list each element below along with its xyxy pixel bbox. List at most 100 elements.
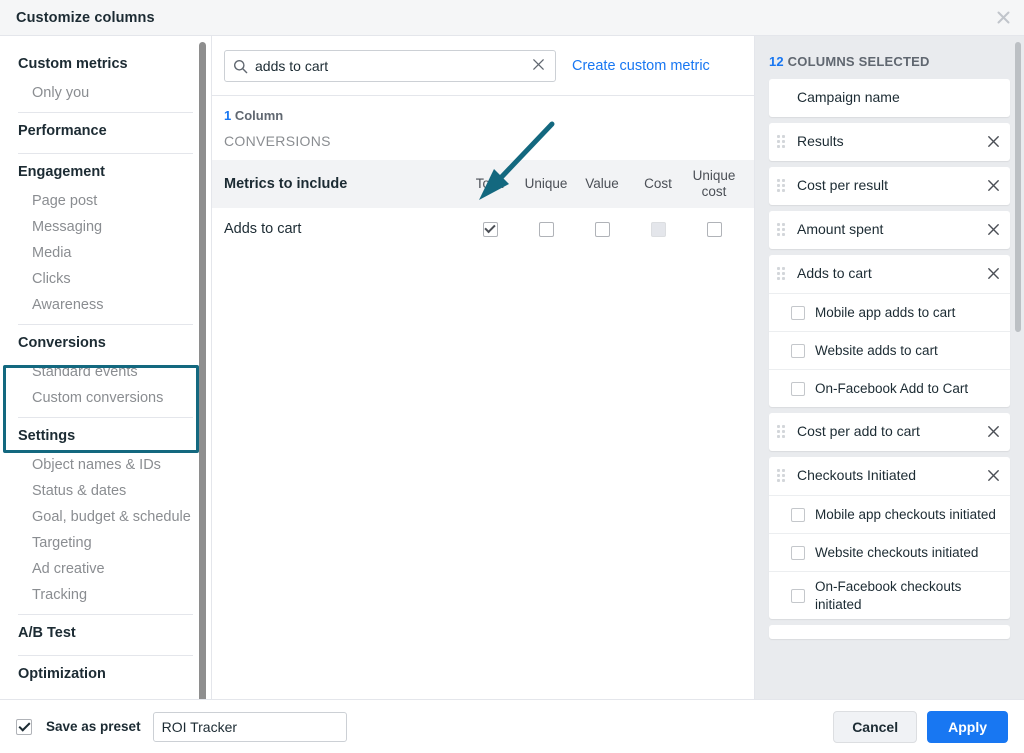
drag-handle-icon[interactable] — [777, 469, 789, 483]
remove-column-icon[interactable] — [979, 425, 1000, 440]
selected-column-card: Adds to cart Mobile app adds to cart Websi… — [769, 255, 1010, 407]
sidebar-header-performance[interactable]: Performance — [14, 113, 197, 147]
sidebar-header-engagement[interactable]: Engagement — [14, 154, 197, 188]
checkbox-unique[interactable] — [539, 222, 554, 237]
column-header-total: Total — [462, 176, 518, 192]
create-custom-metric-link[interactable]: Create custom metric — [572, 58, 710, 74]
selected-column-checkouts-initiated[interactable]: Checkouts Initiated — [769, 457, 1010, 495]
sidebar-item-only-you[interactable]: Only you — [14, 80, 197, 106]
sidebar-item-targeting[interactable]: Targeting — [14, 530, 197, 556]
drag-handle-icon[interactable] — [777, 223, 789, 237]
sidebar-item-status-dates[interactable]: Status & dates — [14, 478, 197, 504]
clear-icon[interactable] — [530, 58, 547, 74]
sidebar-header-conversions[interactable]: Conversions — [14, 325, 197, 359]
selected-column-cost-per-result[interactable]: Cost per result — [769, 167, 1010, 205]
remove-column-icon[interactable] — [979, 135, 1000, 150]
sub-metric-website-adds-to-cart[interactable]: Website adds to cart — [769, 331, 1010, 369]
sidebar-item-custom-conversions[interactable]: Custom conversions — [14, 385, 197, 411]
sidebar-item-tracking[interactable]: Tracking — [14, 582, 197, 608]
selected-column-label: Amount spent — [797, 221, 979, 239]
sidebar-group-engagement: EngagementPage postMessagingMediaClicksA… — [0, 154, 211, 318]
sidebar-item-standard-events[interactable]: Standard events — [14, 359, 197, 385]
sidebar-header-settings[interactable]: Settings — [14, 418, 197, 452]
sub-metric-checkbox[interactable] — [791, 589, 805, 603]
search-box[interactable] — [224, 50, 556, 82]
sidebar-group-custom-metrics: Custom metricsOnly you — [0, 46, 211, 106]
metrics-to-include-label: Metrics to include — [224, 176, 462, 192]
sub-metric-label: Mobile app adds to cart — [815, 304, 1000, 322]
sidebar-header-custom-metrics[interactable]: Custom metrics — [14, 46, 197, 80]
sub-metric-checkbox[interactable] — [791, 546, 805, 560]
checkbox-cost — [651, 222, 666, 237]
apply-button[interactable]: Apply — [927, 711, 1008, 743]
selected-column-partial[interactable] — [769, 625, 1010, 639]
column-header-unique: Unique — [518, 176, 574, 192]
sidebar-item-goal-budget-schedule[interactable]: Goal, budget & schedule — [14, 504, 197, 530]
sidebar-item-object-names-ids[interactable]: Object names & IDs — [14, 452, 197, 478]
sidebar-group-settings: SettingsObject names & IDsStatus & dates… — [0, 418, 211, 608]
sub-metric-label: Website adds to cart — [815, 342, 1000, 360]
remove-column-icon[interactable] — [979, 179, 1000, 194]
drag-handle-icon[interactable] — [777, 267, 789, 281]
sub-metric-mobile-app-adds-to-cart[interactable]: Mobile app adds to cart — [769, 293, 1010, 331]
sidebar-item-page-post[interactable]: Page post — [14, 188, 197, 214]
search-input[interactable] — [255, 58, 530, 74]
sub-metric-on-facebook-add-to-cart[interactable]: On-Facebook Add to Cart — [769, 369, 1010, 407]
sub-metric-checkbox[interactable] — [791, 382, 805, 396]
checkbox-unique-cost[interactable] — [707, 222, 722, 237]
checkbox-cell-unique-cost — [686, 222, 742, 237]
selected-column-campaign-name[interactable]: Campaign name — [769, 79, 1010, 117]
sub-metric-website-checkouts-initiated[interactable]: Website checkouts initiated — [769, 533, 1010, 571]
sidebar-item-messaging[interactable]: Messaging — [14, 214, 197, 240]
sidebar-header-a-b-test[interactable]: A/B Test — [14, 615, 197, 649]
sub-metric-label: Website checkouts initiated — [815, 544, 1000, 562]
remove-column-icon[interactable] — [979, 469, 1000, 484]
sidebar-group-a-b-test: A/B Test — [0, 615, 211, 649]
selected-columns-scrollbar[interactable] — [1015, 42, 1021, 332]
checkbox-cell-total — [462, 222, 518, 237]
close-icon[interactable] — [990, 5, 1016, 31]
preset-name-input[interactable] — [153, 712, 347, 742]
sidebar-group-conversions: ConversionsStandard eventsCustom convers… — [0, 325, 211, 411]
checkbox-cell-cost — [630, 222, 686, 237]
sub-metric-on-facebook-checkouts-initiated[interactable]: On-Facebook checkouts initiated — [769, 571, 1010, 619]
sub-metric-checkbox[interactable] — [791, 306, 805, 320]
sidebar-header-optimization[interactable]: Optimization — [14, 656, 197, 690]
checkbox-value[interactable] — [595, 222, 610, 237]
dialog-titlebar: Customize columns — [0, 0, 1024, 36]
selected-column-adds-to-cart[interactable]: Adds to cart — [769, 255, 1010, 293]
customize-columns-dialog: Customize columns Custom metricsOnly you… — [0, 0, 1024, 753]
search-row: Create custom metric — [212, 36, 754, 96]
cancel-button[interactable]: Cancel — [833, 711, 917, 743]
sidebar-item-clicks[interactable]: Clicks — [14, 266, 197, 292]
remove-column-icon[interactable] — [979, 267, 1000, 282]
checkbox-total[interactable] — [483, 222, 498, 237]
remove-column-icon[interactable] — [979, 223, 1000, 238]
sidebar-item-media[interactable]: Media — [14, 240, 197, 266]
selected-column-label: Cost per result — [797, 177, 979, 195]
selected-column-amount-spent[interactable]: Amount spent — [769, 211, 1010, 249]
column-count-label: Column — [231, 108, 283, 123]
sub-metric-label: On-Facebook Add to Cart — [815, 380, 1000, 398]
selected-column-card: Results — [769, 123, 1010, 161]
dialog-footer: Save as preset Cancel Apply — [0, 700, 1024, 753]
selected-column-results[interactable]: Results — [769, 123, 1010, 161]
column-header-value: Value — [574, 176, 630, 192]
sidebar-scrollbar[interactable] — [199, 42, 206, 699]
save-as-preset-checkbox[interactable] — [16, 719, 32, 735]
sidebar-item-ad-creative[interactable]: Ad creative — [14, 556, 197, 582]
drag-handle-icon[interactable] — [777, 135, 789, 149]
dialog-body: Custom metricsOnly you Performance Engagem… — [0, 36, 1024, 700]
drag-handle-icon[interactable] — [777, 425, 789, 439]
sub-metric-checkbox[interactable] — [791, 344, 805, 358]
selected-columns-panel: 12 COLUMNS SELECTED Campaign nameResults… — [755, 36, 1024, 699]
sub-metric-checkbox[interactable] — [791, 508, 805, 522]
category-sidebar: Custom metricsOnly you Performance Engagem… — [0, 36, 212, 699]
selected-column-card: Checkouts InitiatedMobile app checkouts … — [769, 457, 1010, 619]
selected-column-label: Campaign name — [797, 89, 1000, 107]
sub-metric-mobile-app-checkouts-initiated[interactable]: Mobile app checkouts initiated — [769, 495, 1010, 533]
selected-column-cost-per-add-to-cart[interactable]: Cost per add to cart — [769, 413, 1010, 451]
drag-handle-icon[interactable] — [777, 179, 789, 193]
sub-metric-label: On-Facebook checkouts initiated — [815, 578, 1000, 613]
sidebar-item-awareness[interactable]: Awareness — [14, 292, 197, 318]
